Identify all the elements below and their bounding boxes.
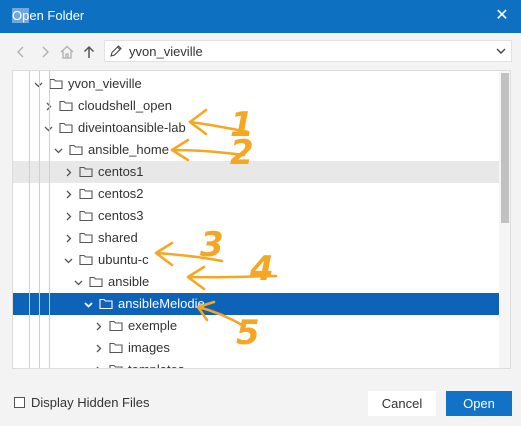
tree-item[interactable]: cloudshell_open: [13, 95, 499, 117]
dialog-title: Open Folder: [12, 8, 84, 23]
scrollbar-thumb[interactable]: [501, 73, 509, 223]
chevron-right-icon[interactable]: [93, 342, 104, 353]
tree-item[interactable]: ubuntu-c: [13, 249, 499, 271]
chevron-right-icon[interactable]: [63, 166, 74, 177]
arrow-up-icon[interactable]: [80, 43, 98, 61]
chevron-left-icon[interactable]: [12, 43, 30, 61]
tree-item-label: templates: [128, 362, 184, 368]
chevron-down-icon[interactable]: [73, 276, 84, 287]
tree-item[interactable]: ansibleMelodie: [13, 293, 499, 315]
tree-item[interactable]: ansible: [13, 271, 499, 293]
tree-item[interactable]: images: [13, 337, 499, 359]
tree-item-label: images: [128, 340, 170, 355]
chevron-right-icon[interactable]: [63, 188, 74, 199]
chevron-down-icon[interactable]: [53, 144, 64, 155]
chevron-down-icon[interactable]: [63, 254, 74, 265]
checkbox-box[interactable]: [14, 397, 25, 408]
tree-item[interactable]: shared: [13, 227, 499, 249]
path-value: yvon_vieville: [129, 44, 203, 59]
tree-item-label: ubuntu-c: [98, 252, 149, 267]
home-icon[interactable]: [58, 43, 76, 61]
folder-tree: yvon_vieville cloudshell_open diveintoansi…: [12, 70, 511, 369]
chevron-down-icon[interactable]: [495, 45, 507, 57]
tree-item-label: ansible_home: [88, 142, 169, 157]
folder-icon: [109, 341, 123, 354]
pencil-icon: [109, 44, 123, 58]
tree-indent-guide: [39, 71, 40, 368]
folder-icon: [109, 363, 123, 368]
chevron-right-icon[interactable]: [63, 232, 74, 243]
tree-item[interactable]: centos2: [13, 183, 499, 205]
chevron-right-icon[interactable]: [36, 43, 54, 61]
folder-icon: [109, 319, 123, 332]
dialog-title-text: en Folder: [29, 8, 85, 23]
tree-item-label: yvon_vieville: [68, 76, 142, 91]
folder-icon: [79, 253, 93, 266]
tree-item[interactable]: diveintoansible-lab: [13, 117, 499, 139]
tree-item[interactable]: templates: [13, 359, 499, 368]
tree-item-label: shared: [98, 230, 138, 245]
tree-item[interactable]: centos3: [13, 205, 499, 227]
tree-indent-guide: [29, 71, 30, 368]
tree-item-label: centos3: [98, 208, 144, 223]
open-button[interactable]: Open: [446, 391, 512, 416]
chevron-right-icon[interactable]: [63, 210, 74, 221]
tree-item-label: ansible: [108, 274, 150, 289]
folder-icon: [49, 77, 63, 90]
folder-icon: [69, 143, 83, 156]
folder-icon: [89, 275, 103, 288]
tree-indent-guide: [49, 71, 50, 368]
folder-icon: [99, 297, 113, 310]
cancel-button[interactable]: Cancel: [368, 391, 436, 416]
close-icon[interactable]: ✕: [493, 7, 511, 25]
tree-item-label: centos1: [98, 164, 144, 179]
dialog-titlebar: Open Folder ✕: [0, 0, 521, 33]
tree-item[interactable]: ansible_home: [13, 139, 499, 161]
chevron-right-icon[interactable]: [93, 320, 104, 331]
tree-item[interactable]: yvon_vieville: [13, 73, 499, 95]
chevron-down-icon[interactable]: [83, 298, 94, 309]
tree-item-label: cloudshell_open: [78, 98, 172, 113]
folder-icon: [79, 231, 93, 244]
tree-item-label: centos2: [98, 186, 144, 201]
tree-item[interactable]: centos1: [13, 161, 499, 183]
folder-icon: [79, 187, 93, 200]
dialog-title-selected-text: Op: [12, 8, 30, 23]
path-input[interactable]: yvon_vieville: [104, 40, 512, 62]
chevron-right-icon[interactable]: [93, 364, 104, 368]
folder-icon: [59, 121, 73, 134]
folder-icon: [79, 209, 93, 222]
folder-icon: [59, 99, 73, 112]
tree-scrollbar[interactable]: [499, 71, 510, 368]
tree-item-label: diveintoansible-lab: [78, 120, 186, 135]
tree-item-label: exemple: [128, 318, 178, 333]
tree-item-label: ansibleMelodie: [118, 296, 205, 311]
folder-icon: [79, 165, 93, 178]
display-hidden-files-label: Display Hidden Files: [31, 395, 150, 410]
tree-item[interactable]: exemple: [13, 315, 499, 337]
